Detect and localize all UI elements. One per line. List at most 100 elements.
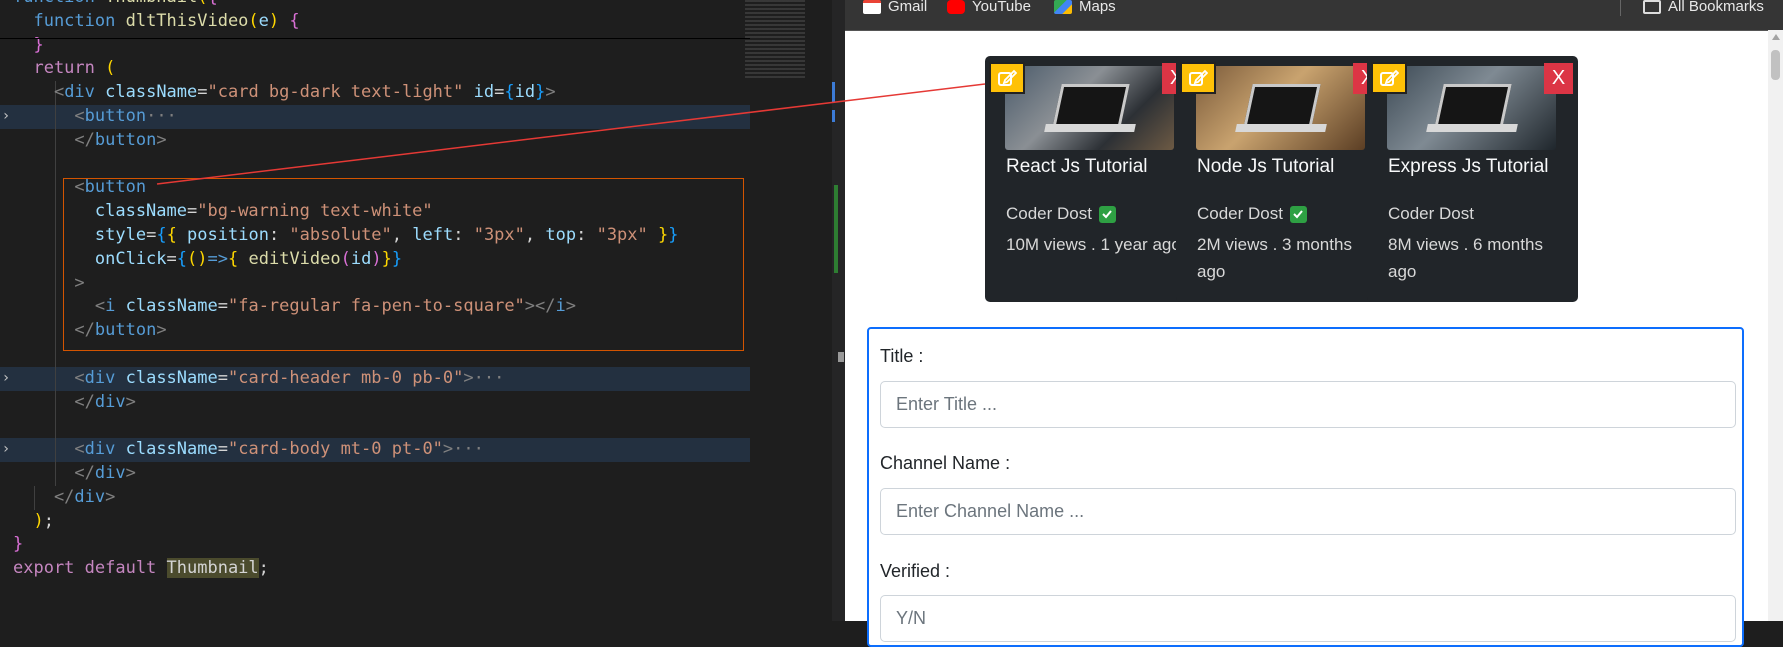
code-line[interactable]: );	[0, 510, 750, 534]
code-token: (	[105, 58, 116, 79]
page-scrollbar[interactable]	[1768, 30, 1783, 621]
code-token: =	[217, 439, 228, 460]
fold-chevron-icon[interactable]: ›	[0, 438, 12, 462]
youtube-icon	[947, 0, 965, 14]
channel-name-input[interactable]	[880, 488, 1736, 535]
bookmarks-separator	[1620, 0, 1621, 16]
code-token: Thumbnail	[166, 558, 259, 579]
code-token: </	[13, 486, 75, 507]
bookmark-gmail[interactable]: Gmail	[863, 0, 927, 14]
code-line[interactable]: export default Thumbnail;	[0, 557, 750, 581]
bookmark-youtube[interactable]: YouTube	[947, 0, 1031, 14]
code-token: "card-body mt-0 pt-0"	[227, 439, 443, 460]
scroll-marker	[832, 110, 835, 122]
fold-chevron-icon[interactable]: ›	[0, 105, 12, 129]
code-token: =	[217, 367, 228, 388]
code-token: ···	[473, 367, 505, 388]
bookmarks-bar: Gmail YouTube Maps All Bookmarks	[845, 0, 1783, 31]
code-text: <div className="card-body mt-0 pt-0">···	[13, 438, 484, 462]
code-token: ···	[453, 439, 484, 460]
code-token: className	[105, 82, 198, 103]
code-token: return	[13, 58, 106, 79]
code-text: <button···	[13, 105, 176, 129]
code-line[interactable]: › <button···	[0, 104, 750, 129]
bookmark-label: Gmail	[888, 0, 928, 15]
code-token: {	[504, 82, 515, 103]
verified-input[interactable]	[880, 595, 1736, 642]
code-line[interactable]: </div>	[0, 461, 750, 486]
video-title: React Js Tutorial	[1006, 156, 1148, 177]
code-token: >	[545, 82, 556, 103]
edit-button[interactable]	[1371, 62, 1407, 94]
code-token: >	[156, 129, 167, 150]
code-line[interactable]: function Thumbnail({	[0, 0, 750, 10]
code-line[interactable]: function dltThisVideo(e) {	[0, 9, 750, 34]
video-thumbnail	[1387, 66, 1556, 150]
page-scroll-thumb[interactable]	[1771, 50, 1780, 80]
code-token: function	[13, 10, 126, 31]
video-thumbnail	[1196, 66, 1365, 150]
code-token: <	[13, 105, 85, 126]
code-token: <	[13, 439, 85, 460]
code-line[interactable]: </div>	[0, 485, 750, 510]
editor-scrollbar[interactable]	[832, 0, 845, 621]
code-token: >	[463, 367, 474, 388]
pen-to-square-icon	[998, 69, 1017, 86]
title-label: Title :	[880, 346, 924, 366]
indent-guide	[55, 342, 56, 367]
delete-button[interactable]: X	[1544, 63, 1573, 94]
code-token: >	[105, 486, 116, 507]
maps-icon	[1054, 0, 1072, 14]
bookmark-label: YouTube	[972, 0, 1031, 15]
code-line[interactable]: return (	[0, 57, 750, 81]
code-line[interactable]	[0, 152, 750, 177]
bookmark-maps[interactable]: Maps	[1054, 0, 1116, 14]
video-views: 8M views . 6 months ago	[1388, 235, 1543, 281]
channel-name: Coder Dost	[1006, 204, 1116, 224]
code-line[interactable]: <div className="card bg-dark text-light"…	[0, 81, 750, 105]
edit-button[interactable]	[989, 62, 1025, 94]
all-bookmarks-label: All Bookmarks	[1668, 0, 1764, 15]
sticky-scroll-divider	[0, 38, 750, 39]
verified-check-icon	[1289, 205, 1307, 223]
code-text: </div>	[13, 462, 135, 486]
code-token: )	[13, 510, 44, 531]
code-text: <div className="card-header mb-0 pb-0">·…	[13, 367, 504, 391]
minimap[interactable]	[745, 0, 835, 80]
code-token: (	[197, 0, 207, 7]
channel-name: Coder Dost	[1388, 204, 1474, 224]
fold-chevron-icon[interactable]: ›	[0, 367, 12, 391]
code-token: "card-header mb-0 pb-0"	[227, 367, 464, 388]
code-token: div	[84, 367, 126, 388]
add-video-form: Title : Channel Name : Verified :	[867, 327, 1744, 647]
scroll-thumb[interactable]	[838, 352, 844, 362]
code-line[interactable]	[0, 414, 750, 439]
code-token: </	[13, 462, 95, 483]
code-token: div	[74, 486, 106, 507]
code-token: </	[13, 391, 95, 412]
code-line[interactable]: }	[0, 533, 750, 557]
code-line[interactable]: › <div className="card-body mt-0 pt-0">·…	[0, 438, 750, 462]
code-token: id	[473, 82, 495, 103]
code-token: function	[13, 0, 105, 7]
all-bookmarks[interactable]: All Bookmarks	[1643, 0, 1764, 14]
channel-label: Coder Dost	[1197, 204, 1283, 223]
code-editor[interactable]: function Thumbnail({ function dltThisVid…	[0, 0, 845, 621]
code-line[interactable]: </div>	[0, 390, 750, 415]
code-text: );	[13, 510, 54, 534]
code-token: div	[94, 462, 126, 483]
code-token: dltThisVideo	[125, 10, 249, 31]
code-token: (	[248, 10, 259, 31]
code-token: "card bg-dark text-light"	[207, 82, 464, 103]
code-text: function Thumbnail({	[13, 0, 218, 10]
scroll-up-icon[interactable]	[1772, 34, 1780, 40]
code-token: ;	[258, 558, 269, 579]
edit-button[interactable]	[1180, 62, 1216, 94]
code-line[interactable]: </button>	[0, 128, 750, 153]
code-token: <	[13, 367, 85, 388]
title-input[interactable]	[880, 381, 1736, 428]
code-line[interactable]: › <div className="card-header mb-0 pb-0"…	[0, 366, 750, 391]
code-token: button	[94, 129, 157, 150]
video-title: Node Js Tutorial	[1197, 156, 1335, 177]
